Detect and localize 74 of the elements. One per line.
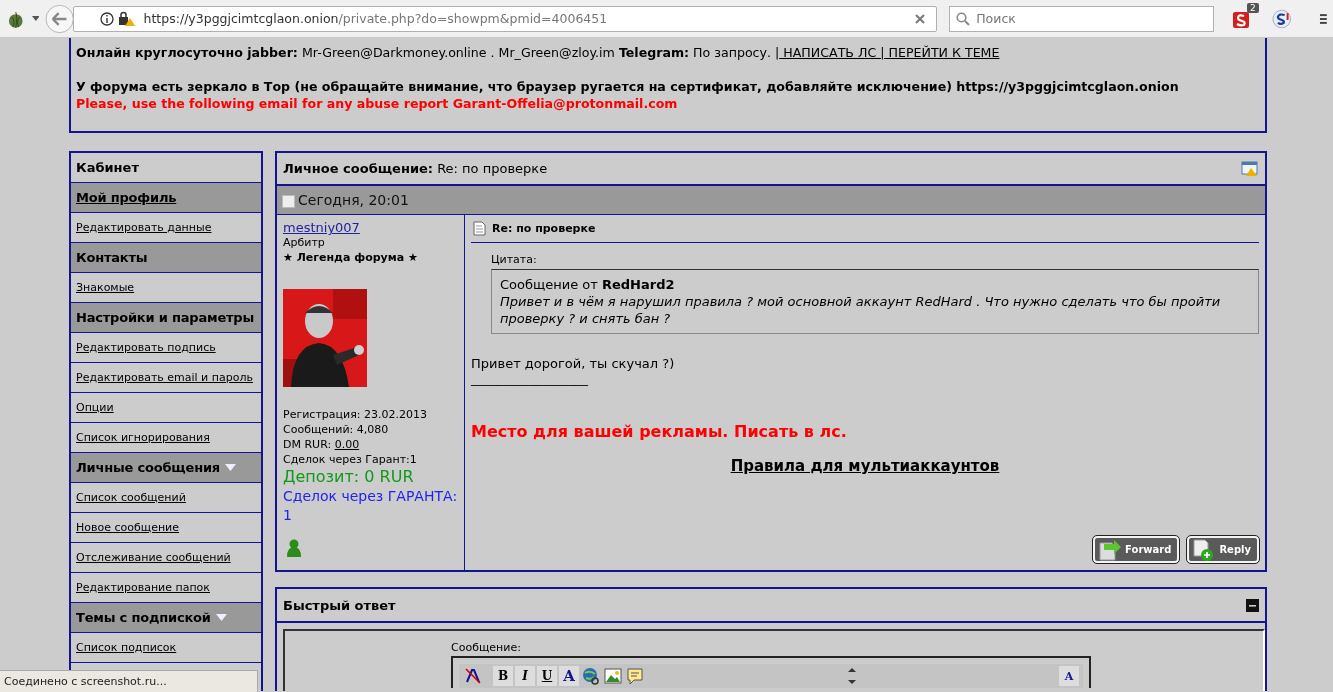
quote-author: Сообщение от RedHard2	[500, 276, 676, 293]
message-heading: Личное сообщение: Re: по проверке	[283, 161, 548, 176]
sidebar-link[interactable]: Список игнорирования	[76, 431, 210, 444]
sidebar-section[interactable]: Настройки и параметры	[76, 310, 254, 325]
url-text: https://y3pggjcimtcglaon.onion/private.php?do=showpm&pmid=4006451	[143, 11, 608, 26]
sidebar-link[interactable]: Новое сообщение	[76, 521, 179, 534]
format-button[interactable]: I	[515, 666, 535, 686]
font-size-button[interactable]: A	[1059, 666, 1079, 686]
reply-button[interactable]: Reply	[1187, 536, 1259, 563]
user-stat: Сообщений: 4,080	[283, 422, 390, 437]
signature-line: __________________	[471, 371, 589, 386]
font-color-button[interactable]: A	[559, 666, 579, 686]
search-field[interactable]: Поиск	[949, 5, 1214, 32]
post-subject: Re: по проверке	[492, 222, 596, 235]
abuse-notice: Please, use the following email for any abuse report Garant-Offelia@protonmail.com	[76, 95, 679, 112]
quote-label: Цитата:	[491, 253, 538, 266]
user-stat: Регистрация: 23.02.2013	[283, 407, 428, 422]
search-icon	[956, 11, 971, 26]
user-title: ★ Легенда форума ★	[283, 250, 419, 265]
sidebar-section[interactable]: Личные сообщения	[76, 460, 220, 475]
report-icon[interactable]	[1241, 160, 1259, 177]
speech-bubble-icon[interactable]	[625, 666, 645, 686]
post-date: Сегодня, 20:01	[298, 192, 409, 208]
sidebar-link[interactable]: Редактирование папок	[76, 581, 210, 594]
format-button[interactable]: B	[493, 666, 513, 686]
panel-title: Быстрый ответ	[283, 597, 396, 613]
username-link[interactable]: mestniy007	[283, 220, 464, 235]
back-button[interactable]	[45, 3, 75, 34]
deposit-amount: Депозит: 0 RUR	[283, 467, 415, 487]
contact-info: Онлайн круглосуточно jabber: Mr-Green@Darkmoney.online . Mr_Green@zloy.im Telegram: По запросу. |	[76, 45, 780, 60]
search-placeholder: Поиск	[976, 11, 1016, 26]
checkbox[interactable]	[282, 195, 295, 208]
format-button[interactable]: U	[537, 666, 557, 686]
message-editor[interactable]: B I U A A	[451, 656, 1091, 688]
lock-warning-icon[interactable]	[117, 10, 136, 27]
sidebar-link[interactable]: Список сообщений	[76, 491, 186, 504]
mirror-notice: У форума есть зеркало в Тор (не обращайте внимание, что браузер ругается на сертификат, добавляйте исключение) https://y3pggjcimtcglaon.onion	[76, 78, 1180, 95]
quote-text: Привет и в чём я нарушил правила ? мой основной аккаунт RedHard . Что нужно сделать что бы пройти проверку ? и снять бан ?	[500, 293, 1222, 327]
remove-format-icon[interactable]	[463, 666, 483, 686]
image-icon[interactable]	[603, 666, 623, 686]
sidebar-title: Кабинет	[76, 160, 139, 175]
link-icon[interactable]	[581, 666, 601, 686]
sidebar-link[interactable]: Опции	[76, 401, 114, 414]
sidebar-link[interactable]: Редактировать email и пароль	[76, 371, 253, 384]
field-label: Сообщение:	[451, 641, 522, 654]
caret-icon[interactable]	[31, 16, 40, 21]
sidebar-section[interactable]: Темы с подпиской	[76, 610, 211, 625]
extension-icon[interactable]	[1271, 8, 1292, 29]
forward-button[interactable]: Forward	[1093, 536, 1180, 563]
forward-icon	[1098, 538, 1123, 561]
sidebar-link[interactable]: Список подписок	[76, 641, 177, 654]
user-rank: Арбитр	[283, 235, 326, 250]
sidebar-link[interactable]: Отслеживание сообщений	[76, 551, 231, 564]
contact-links[interactable]: НАПИСАТЬ ЛС | ПЕРЕЙТИ К ТЕМЕ	[779, 45, 1000, 60]
user-stat: Сделок через Гарант:1	[283, 452, 418, 467]
resize-icon[interactable]	[847, 666, 857, 686]
collapse-icon[interactable]	[1246, 598, 1259, 612]
balance-link[interactable]: 0.00	[334, 438, 360, 451]
clear-icon[interactable]	[914, 12, 927, 25]
sidebar-link[interactable]: Знакомые	[76, 281, 135, 294]
rules-link[interactable]: Правила для мультиаккаунтов	[730, 457, 1000, 475]
info-icon[interactable]	[99, 11, 114, 26]
garant-deals: Сделок через ГАРАНТА: 1	[283, 487, 459, 525]
document-icon	[473, 221, 486, 236]
sidebar-link[interactable]: Редактировать данные	[76, 221, 212, 234]
sidebar-section[interactable]: Мой профиль	[76, 190, 177, 205]
balance-label: DM RUR:	[283, 438, 332, 451]
ad-text: Место для вашей рекламы. Писать в лс.	[471, 422, 848, 441]
sidebar-section[interactable]: Контакты	[76, 250, 148, 265]
address-bar[interactable]: https://y3pggjcimtcglaon.onion/private.php?do=showpm&pmid=4006451	[72, 5, 938, 32]
sidebar-link[interactable]: Редактировать подпись	[76, 341, 216, 354]
status-text: Соединено с screenshot.ru...	[4, 675, 167, 688]
notification-badge: 2	[1246, 2, 1259, 13]
message-text: Привет дорогой, ты скучал ?)	[471, 356, 676, 371]
